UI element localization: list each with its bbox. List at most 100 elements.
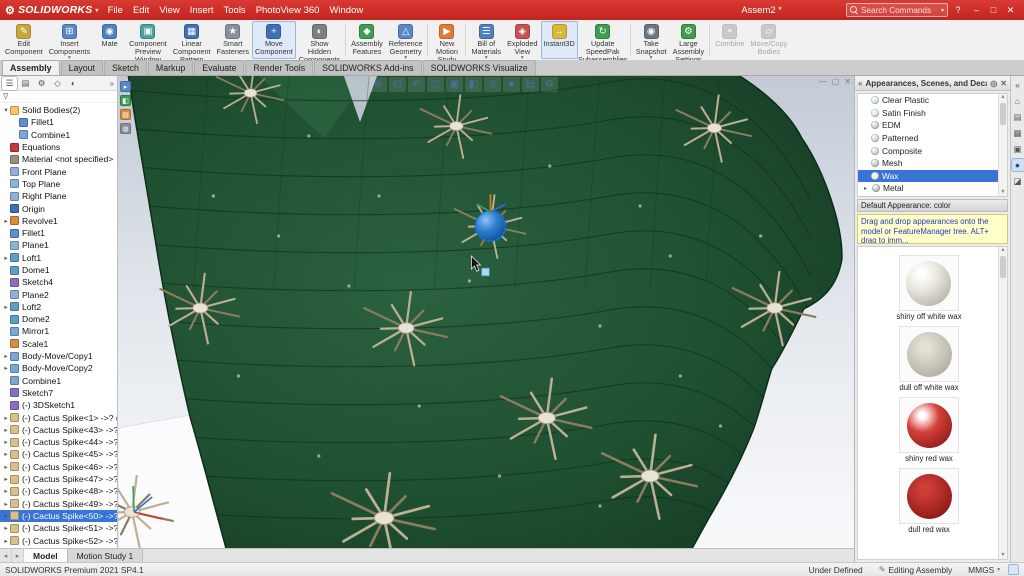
tree-item[interactable]: ▸(-) Cactus Spike<44> ->? (Def...: [0, 436, 117, 448]
tree-item[interactable]: ▸Body-Move/Copy1: [0, 350, 117, 362]
tree-item[interactable]: Top Plane: [0, 178, 117, 190]
chevron-left-icon[interactable]: «: [858, 79, 862, 88]
status-tag-icon[interactable]: [1008, 564, 1019, 575]
appearance-swatch-shiny-red-wax[interactable]: shiny red wax: [899, 397, 959, 463]
ribbon-move-component[interactable]: +Move Component: [252, 21, 296, 59]
dropdown-arrow-icon[interactable]: ▾: [521, 56, 524, 60]
configuration-manager-icon[interactable]: ⚙: [34, 77, 49, 90]
ribbon-show-hidden-components[interactable]: ◐Show Hidden Components: [296, 21, 343, 59]
expander-icon[interactable]: ▸: [2, 303, 10, 311]
previous-view-icon[interactable]: ↶: [408, 77, 425, 92]
tree-item[interactable]: Dome2: [0, 313, 117, 325]
ribbon-new-motion-study[interactable]: ▶New Motion Study: [430, 21, 463, 59]
view-palette-icon[interactable]: ▣: [1012, 143, 1024, 155]
scroll-down-icon[interactable]: ▼: [1000, 552, 1005, 559]
design-library-icon[interactable]: ▤: [1012, 111, 1024, 123]
scroll-up-icon[interactable]: ▲: [1000, 247, 1005, 254]
logo-caret-icon[interactable]: ▾: [95, 7, 98, 14]
tree-item[interactable]: Origin: [0, 202, 117, 214]
ribbon-exploded-view[interactable]: ◈Exploded View▾: [504, 21, 540, 59]
tree-item[interactable]: ▸Revolve1: [0, 215, 117, 227]
tree-item[interactable]: Right Plane: [0, 190, 117, 202]
file-explorer-icon[interactable]: ▦: [1012, 127, 1024, 139]
expander-icon[interactable]: ▸: [862, 185, 869, 192]
pin-icon[interactable]: ◎: [990, 79, 997, 88]
scroll-thumb[interactable]: [1000, 103, 1006, 125]
appearance-swatch-dull-red-wax[interactable]: dull red wax: [899, 468, 959, 534]
tree-item[interactable]: (-) 3DSketch1: [0, 399, 117, 411]
tree-item[interactable]: Material <not specified>: [0, 153, 117, 165]
menu-insert[interactable]: Insert: [185, 3, 219, 18]
expander-icon[interactable]: ▸: [2, 352, 10, 360]
tree-item[interactable]: Sketch7: [0, 387, 117, 399]
expander-icon[interactable]: ▾: [2, 106, 10, 114]
tab-solidworks-add-ins[interactable]: SOLIDWORKS Add-ins: [314, 60, 421, 75]
expander-icon[interactable]: ▸: [2, 500, 10, 508]
tree-item[interactable]: Fillet1: [0, 116, 117, 128]
scroll-track[interactable]: [999, 254, 1007, 552]
edit-appearance-icon[interactable]: ●: [503, 77, 520, 92]
expander-icon[interactable]: ▸: [2, 438, 10, 446]
hide-show-items-icon[interactable]: ◎: [484, 77, 501, 92]
display-style-icon[interactable]: ◧: [465, 77, 482, 92]
tree-item[interactable]: ▸(-) Cactus Spike<48> ->? (Def...: [0, 485, 117, 497]
splitter-right-icon[interactable]: ▸: [12, 549, 24, 562]
vertical-scrollbar[interactable]: ▲▼: [998, 94, 1007, 196]
ribbon-instant3d[interactable]: →Instant3D: [541, 21, 578, 59]
help-icon[interactable]: ?: [952, 5, 964, 15]
appearance-category-satin-finish[interactable]: Satin Finish: [858, 107, 998, 120]
tree-item[interactable]: ▸(-) Cactus Spike<47> ->? (Def...: [0, 473, 117, 485]
appearance-category-composite[interactable]: Composite: [858, 144, 998, 157]
tree-item[interactable]: ▸(-) Cactus Spike<1> ->? (Defa...: [0, 411, 117, 423]
tree-item[interactable]: ▾Solid Bodies(2): [0, 104, 117, 116]
ribbon-insert-components[interactable]: ⊞Insert Components▾: [46, 21, 93, 59]
menu-view[interactable]: View: [154, 3, 184, 18]
tab-motion-study-1[interactable]: Motion Study 1: [68, 549, 144, 562]
view-settings-icon[interactable]: ⚙: [541, 77, 558, 92]
vertical-scrollbar[interactable]: ▲▼: [998, 247, 1007, 559]
expander-icon[interactable]: ▸: [2, 487, 10, 495]
expander-icon[interactable]: ▸: [2, 463, 10, 471]
magnify-icon[interactable]: ◍: [120, 123, 131, 134]
viewport[interactable]: ▸◧▤◍ ⊕⊡↶◫▣◧◎●▤⚙ —▢✕: [118, 76, 854, 548]
appearance-category-patterned[interactable]: Patterned: [858, 132, 998, 145]
tree-item[interactable]: Equations: [0, 141, 117, 153]
display-pane-icon[interactable]: ◧: [120, 95, 131, 106]
scroll-thumb[interactable]: [1000, 256, 1006, 278]
expander-icon[interactable]: ▸: [2, 414, 10, 422]
scroll-track[interactable]: [999, 101, 1007, 189]
tree-item[interactable]: ▸(-) Cactus Spike<50> ->? (Def...: [0, 510, 117, 522]
dropdown-arrow-icon[interactable]: ▾: [485, 56, 488, 60]
tree-item[interactable]: ▸(-) Cactus Spike<45> ->? (Def...: [0, 448, 117, 460]
tab-evaluate[interactable]: Evaluate: [194, 60, 244, 75]
ribbon-edit-component[interactable]: ✎Edit Component: [2, 21, 46, 59]
menu-file[interactable]: File: [103, 3, 128, 18]
scroll-up-icon[interactable]: ▲: [1000, 94, 1005, 101]
expander-icon[interactable]: ▸: [2, 524, 10, 532]
tab-render-tools[interactable]: Render Tools: [245, 60, 313, 75]
tree-item[interactable]: ▸(-) Cactus Spike<52> ->? (Def...: [0, 534, 117, 546]
menu-photoview-360[interactable]: PhotoView 360: [251, 3, 325, 18]
menu-window[interactable]: Window: [324, 3, 368, 18]
apply-scene-icon[interactable]: ▤: [522, 77, 539, 92]
close-icon[interactable]: ✕: [1002, 5, 1019, 16]
dropdown-arrow-icon[interactable]: ▾: [68, 56, 71, 60]
custom-properties-icon[interactable]: ◪: [1012, 175, 1024, 187]
tree-item[interactable]: ▸(-) Cactus Spike<49> ->? (Def...: [0, 498, 117, 510]
tab-markup[interactable]: Markup: [148, 60, 193, 75]
appearance-category-mesh[interactable]: Mesh: [858, 157, 998, 170]
display-manager-icon[interactable]: ◐: [66, 77, 81, 90]
tree-item[interactable]: ▸(-) Cactus Spike<43> ->? (Def...: [0, 424, 117, 436]
flyout-arrow-icon[interactable]: »: [110, 79, 115, 88]
tree-item[interactable]: Front Plane: [0, 165, 117, 177]
ribbon-bill-of-materials[interactable]: ☰Bill of Materials▾: [468, 21, 504, 59]
feature-tree-icon[interactable]: ☰: [2, 77, 17, 90]
expander-icon[interactable]: ▸: [2, 254, 10, 262]
home-icon[interactable]: ⌂: [1012, 95, 1024, 107]
ribbon-component-preview-window[interactable]: ▣Component Preview Window: [126, 21, 170, 59]
tree-item[interactable]: Fillet1: [0, 227, 117, 239]
tree-item[interactable]: ▸Loft2: [0, 301, 117, 313]
zoom-fit-icon[interactable]: ⊕: [370, 77, 387, 92]
tree-item[interactable]: ▸Loft1: [0, 252, 117, 264]
tree-item[interactable]: Scale1: [0, 338, 117, 350]
